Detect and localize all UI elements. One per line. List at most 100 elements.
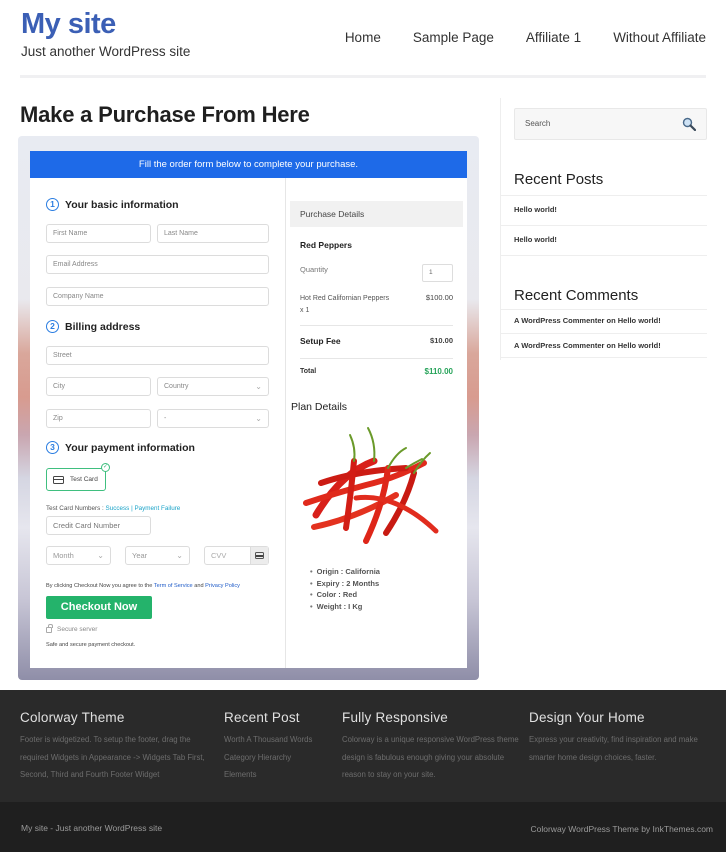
recent-comment-link[interactable]: A WordPress Commenter on Hello world! <box>501 333 707 358</box>
nav-without-affiliate[interactable]: Without Affiliate <box>613 30 706 45</box>
order-form-container: Fill the order form below to complete yo… <box>18 136 479 680</box>
step-number-1: 1 <box>46 198 59 211</box>
terms-agreement: By clicking Checkout Now you agree to th… <box>46 583 240 589</box>
payment-method-label: Test Card <box>70 476 98 483</box>
footer-text: Colorway is a unique responsive WordPres… <box>342 735 519 779</box>
cvv-input[interactable]: CVV <box>204 546 269 565</box>
footer-post-link[interactable]: Category Hierarchy <box>224 749 334 767</box>
check-icon: ✓ <box>101 463 110 472</box>
plan-details-list: Origin : California Expiry : 2 Months Co… <box>310 566 380 613</box>
credit-card-icon <box>53 475 64 484</box>
purchase-details-panel: Purchase Details Red Peppers Quantity 1 … <box>290 201 463 383</box>
footer-text: Express your creativity, find inspiratio… <box>529 735 698 762</box>
page: My site Just another WordPress site Home… <box>0 0 726 852</box>
footer-bottom-bar: My site - Just another WordPress site Co… <box>0 802 726 852</box>
plan-detail-origin: Origin : California <box>310 566 380 578</box>
total-label: Total <box>300 368 317 375</box>
recent-post-link[interactable]: Hello world! <box>501 225 707 255</box>
divider <box>300 325 453 326</box>
quantity-label: Quantity <box>300 265 328 274</box>
product-name: Red Peppers <box>300 240 352 250</box>
order-form: Fill the order form below to complete yo… <box>30 151 467 668</box>
step-label: Your basic information <box>65 198 179 211</box>
recent-comment-link[interactable]: A WordPress Commenter on Hello world! <box>501 309 707 333</box>
footer-col-recent-post: Recent Post Worth A Thousand Words Categ… <box>224 710 334 784</box>
total-price: $110.00 <box>424 367 453 376</box>
year-select-value: Year <box>132 551 148 560</box>
footer-heading: Fully Responsive <box>342 710 448 725</box>
first-name-input[interactable]: First Name <box>46 224 151 243</box>
column-divider <box>285 178 286 668</box>
separator: | <box>131 505 133 512</box>
divider <box>300 358 453 359</box>
step-label: Billing address <box>65 320 141 333</box>
step-number-2: 2 <box>46 320 59 333</box>
secure-server-note: Secure server <box>46 623 98 633</box>
payment-failure-link[interactable]: Payment Failure <box>134 505 180 512</box>
footer-col-design-home: Design Your Home Express your creativity… <box>529 710 721 766</box>
search-placeholder: Search <box>525 119 551 128</box>
plan-detail-color: Color : Red <box>310 589 380 601</box>
email-input[interactable]: Email Address <box>46 255 269 274</box>
year-select[interactable]: Year ⌄ <box>125 546 190 565</box>
footer-post-link[interactable]: Worth A Thousand Words <box>224 731 334 749</box>
footer-post-link[interactable]: Elements <box>224 766 334 784</box>
quantity-input[interactable]: 1 <box>422 264 453 282</box>
recent-posts-heading: Recent Posts <box>514 171 604 188</box>
footer-heading: Colorway Theme <box>20 710 125 725</box>
chevron-down-icon: ⌄ <box>255 382 262 391</box>
success-link[interactable]: Success <box>106 505 130 512</box>
lock-icon <box>46 623 53 633</box>
setup-fee-price: $10.00 <box>430 336 453 345</box>
step-payment: 3 Your payment information <box>46 441 195 454</box>
cvv-card-button[interactable] <box>250 547 268 564</box>
nav-home[interactable]: Home <box>345 30 381 45</box>
recent-comments-heading: Recent Comments <box>514 287 639 304</box>
safe-checkout-note: Safe and secure payment checkout. <box>46 642 136 648</box>
recent-post-link[interactable]: Hello world! <box>501 195 707 225</box>
agree-and: and <box>194 583 204 589</box>
country-select-value: Country <box>164 383 189 390</box>
terms-of-service-link[interactable]: Term of Service <box>154 583 193 589</box>
line-item-label: Hot Red Californian Peppers x 1 <box>300 295 390 314</box>
footer-col-responsive: Fully Responsive Colorway is a unique re… <box>342 710 522 784</box>
country-select[interactable]: Country ⌄ <box>157 377 269 396</box>
step-billing: 2 Billing address <box>46 320 140 333</box>
footer-heading: Recent Post <box>224 710 300 725</box>
footer-theme-credit-link[interactable]: Colorway WordPress Theme by InkThemes.co… <box>531 824 714 834</box>
step-label: Your payment information <box>65 441 195 454</box>
city-input[interactable]: City <box>46 377 151 396</box>
search-input[interactable]: Search <box>514 108 707 140</box>
purchase-details-heading: Purchase Details <box>290 201 463 227</box>
site-tagline: Just another WordPress site <box>21 44 191 59</box>
page-title: Make a Purchase From Here <box>20 102 310 127</box>
secure-server-label: Secure server <box>57 626 98 633</box>
plan-detail-expiry: Expiry : 2 Months <box>310 578 380 590</box>
zip-input[interactable]: Zip <box>46 409 151 428</box>
main-nav: Home Sample Page Affiliate 1 Without Aff… <box>345 30 706 45</box>
nav-affiliate-1[interactable]: Affiliate 1 <box>526 30 581 45</box>
street-input[interactable]: Street <box>46 346 269 365</box>
privacy-policy-link[interactable]: Privacy Policy <box>205 583 240 589</box>
site-title-link[interactable]: My site <box>21 8 116 41</box>
plan-detail-weight: Weight : I Kg <box>310 601 380 613</box>
month-select[interactable]: Month ⌄ <box>46 546 111 565</box>
agree-text: By clicking Checkout Now you agree to th… <box>46 583 153 589</box>
search-icon[interactable] <box>682 117 696 131</box>
state-select-value: - <box>164 415 167 422</box>
divider <box>501 255 707 256</box>
last-name-input[interactable]: Last Name <box>157 224 269 243</box>
line-item-price: $100.00 <box>425 293 453 302</box>
plan-details-heading: Plan Details <box>291 401 348 413</box>
state-select[interactable]: - ⌄ <box>157 409 269 428</box>
site-header: My site Just another WordPress site Home… <box>0 0 726 78</box>
payment-method-test-card[interactable]: Test Card ✓ <box>46 463 110 491</box>
card-number-input[interactable]: Credit Card Number <box>46 516 151 535</box>
month-select-value: Month <box>53 551 74 560</box>
setup-fee-label: Setup Fee <box>300 336 341 346</box>
test-card-numbers: Test Card Numbers : Success | Payment Fa… <box>46 505 180 512</box>
chevron-down-icon: ⌄ <box>97 551 104 560</box>
checkout-now-button[interactable]: Checkout Now <box>46 596 152 619</box>
company-input[interactable]: Company Name <box>46 287 269 306</box>
nav-sample-page[interactable]: Sample Page <box>413 30 494 45</box>
